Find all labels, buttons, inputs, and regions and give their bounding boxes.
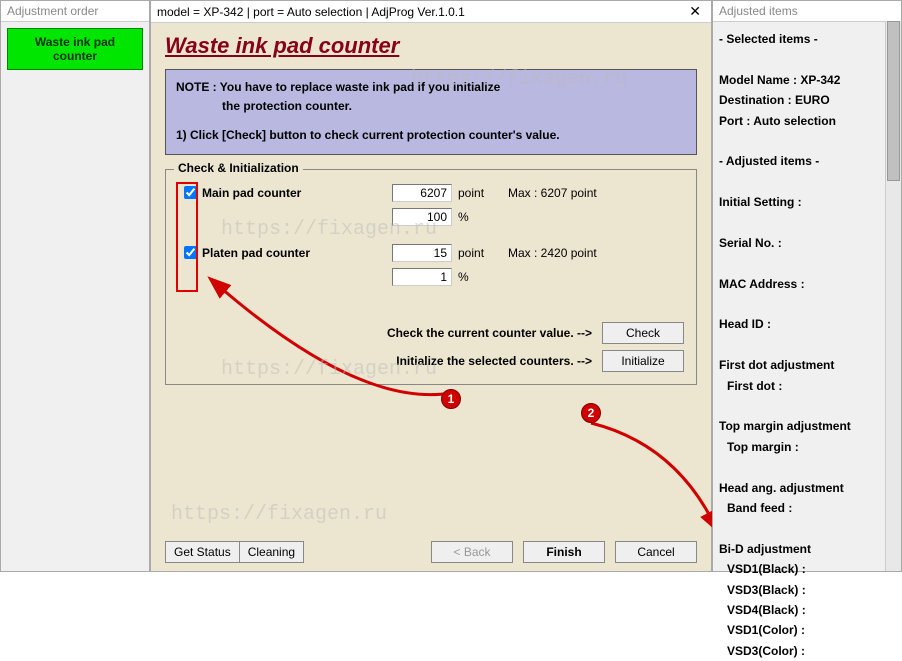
- platen-pad-unit: point: [458, 246, 508, 260]
- right-tma: Top margin adjustment: [719, 416, 879, 436]
- note-line-3: 1) Click [Check] button to check current…: [176, 126, 686, 145]
- dialog-title: model = XP-342 | port = Auto selection |…: [157, 5, 465, 19]
- center-panel: model = XP-342 | port = Auto selection |…: [150, 0, 712, 572]
- platen-pad-pct-unit: %: [458, 270, 469, 284]
- right-h2: - Adjusted items -: [719, 151, 879, 171]
- left-panel-title: Adjustment order: [1, 1, 149, 22]
- right-v4: VSD1(Color) :: [719, 620, 879, 640]
- right-port: Port : Auto selection: [719, 111, 879, 131]
- finish-button[interactable]: Finish: [523, 541, 605, 563]
- right-panel-title: Adjusted items: [713, 1, 901, 22]
- note-box: NOTE : You have to replace waste ink pad…: [165, 69, 697, 155]
- close-icon[interactable]: ✕: [685, 3, 705, 20]
- right-bid: Bi-D adjustment: [719, 539, 879, 559]
- main-pad-value: 6207: [392, 184, 452, 202]
- watermark: https://fixagen.ru: [171, 503, 387, 526]
- note-line-1: NOTE : You have to replace waste ink pad…: [176, 78, 686, 97]
- dialog-titlebar: model = XP-342 | port = Auto selection |…: [151, 1, 711, 23]
- platen-pad-value: 15: [392, 244, 452, 262]
- platen-pad-row: Platen pad counter 15 point Max : 2420 p…: [178, 244, 684, 262]
- fieldset-legend: Check & Initialization: [174, 161, 303, 175]
- right-v2: VSD3(Black) :: [719, 580, 879, 600]
- cancel-button[interactable]: Cancel: [615, 541, 697, 563]
- back-button: < Back: [431, 541, 513, 563]
- main-pad-pct: 100: [392, 208, 452, 226]
- page-heading: Waste ink pad counter: [165, 33, 697, 59]
- main-pad-unit: point: [458, 186, 508, 200]
- platen-pad-pct-row: 1 %: [392, 268, 684, 286]
- scrollbar[interactable]: [885, 21, 901, 571]
- action-area: Check the current counter value. --> Che…: [178, 316, 684, 372]
- right-v3: VSD4(Black) :: [719, 600, 879, 620]
- right-initial: Initial Setting :: [719, 192, 879, 212]
- main-pad-pct-unit: %: [458, 210, 469, 224]
- main-pad-label: Main pad counter: [202, 186, 392, 200]
- annotation-highlight-box: [176, 182, 198, 292]
- right-v1: VSD1(Black) :: [719, 559, 879, 579]
- cleaning-button[interactable]: Cleaning: [239, 541, 304, 563]
- left-panel: Adjustment order Waste ink pad counter: [0, 0, 150, 572]
- platen-pad-pct: 1: [392, 268, 452, 286]
- right-haa: Head ang. adjustment: [719, 478, 879, 498]
- annotation-badge-2: 2: [581, 403, 601, 423]
- waste-ink-pad-button[interactable]: Waste ink pad counter: [7, 28, 143, 70]
- main-pad-row: Main pad counter 6207 point Max : 6207 p…: [178, 184, 684, 202]
- main-pad-pct-row: 100 %: [392, 208, 684, 226]
- main-pad-max: Max : 6207 point: [508, 186, 597, 200]
- right-tma2: Top margin :: [719, 437, 879, 457]
- check-button[interactable]: Check: [602, 322, 684, 344]
- right-model: Model Name : XP-342: [719, 70, 879, 90]
- right-v5: VSD3(Color) :: [719, 641, 879, 661]
- right-serial: Serial No. :: [719, 233, 879, 253]
- check-text: Check the current counter value. -->: [387, 326, 592, 340]
- get-status-button[interactable]: Get Status: [165, 541, 239, 563]
- scroll-thumb[interactable]: [887, 21, 900, 181]
- platen-pad-label: Platen pad counter: [202, 246, 392, 260]
- annotation-badge-1: 1: [441, 389, 461, 409]
- check-init-fieldset: Check & Initialization Main pad counter …: [165, 169, 697, 385]
- right-dest: Destination : EURO: [719, 90, 879, 110]
- bottom-bar: Get Status Cleaning < Back Finish Cancel: [165, 541, 697, 563]
- init-text: Initialize the selected counters. -->: [396, 354, 592, 368]
- note-line-2: the protection counter.: [176, 97, 686, 116]
- right-fda: First dot adjustment: [719, 355, 879, 375]
- right-head: Head ID :: [719, 314, 879, 334]
- initialize-button[interactable]: Initialize: [602, 350, 684, 372]
- right-panel: Adjusted items - Selected items - Model …: [712, 0, 902, 572]
- right-fda2: First dot :: [719, 376, 879, 396]
- right-mac: MAC Address :: [719, 274, 879, 294]
- platen-pad-max: Max : 2420 point: [508, 246, 597, 260]
- right-h1: - Selected items -: [719, 29, 879, 49]
- right-haa2: Band feed :: [719, 498, 879, 518]
